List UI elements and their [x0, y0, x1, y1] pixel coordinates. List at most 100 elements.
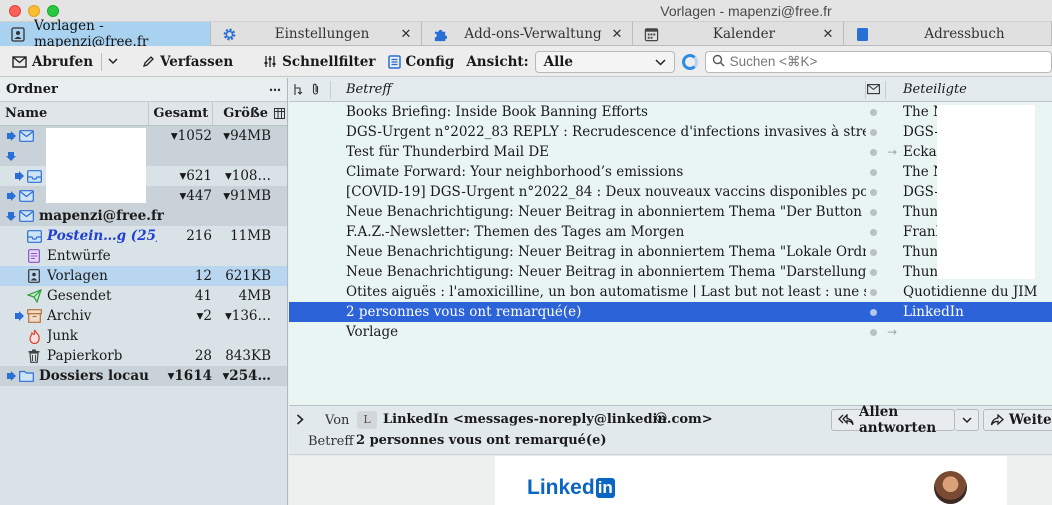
tab-adressbuch[interactable]: Adressbuch [844, 22, 1052, 46]
twisty-collapsed-icon[interactable] [12, 171, 26, 181]
folder-row-junk[interactable]: Junk [0, 326, 287, 346]
folder-name: Gesendet [47, 288, 112, 304]
twisty-collapsed-icon[interactable] [4, 191, 18, 201]
addressbook-icon [854, 26, 870, 42]
twisty-collapsed-icon[interactable] [4, 131, 18, 141]
twisty-collapsed-icon[interactable] [12, 311, 26, 321]
folder-row-inbox[interactable]: Postein…g (25) 216 11MB [0, 226, 287, 246]
read-status-dot-icon[interactable] [870, 209, 877, 216]
drafts-icon [26, 248, 42, 264]
redacted-area [46, 128, 146, 203]
folder-row-sent[interactable]: Gesendet 41 4MB [0, 286, 287, 306]
tab-addons[interactable]: Add-ons-Verwaltung ✕ [422, 22, 633, 46]
tab-vorlagen[interactable]: Vorlagen - mapenzi@free.fr [0, 18, 211, 50]
search-input[interactable]: Suchen <⌘K> [704, 50, 1052, 73]
read-status-dot-icon[interactable] [870, 309, 877, 316]
close-tab-icon[interactable]: ✕ [821, 27, 835, 42]
folder-row-archive[interactable]: Archiv ▾2 ▾136… [0, 306, 287, 326]
config-button[interactable]: Config [382, 50, 461, 74]
attachment-column-icon[interactable] [311, 83, 320, 100]
calendar-icon [643, 26, 659, 42]
reply-all-dropdown[interactable] [955, 409, 979, 431]
tab-label: Adressbuch [924, 26, 1005, 42]
get-messages-label: Abrufen [32, 53, 94, 70]
read-status-dot-icon[interactable] [870, 109, 877, 116]
message-subject: Otites aiguës : l'amoxicilline, un bon a… [346, 284, 866, 300]
read-status-dot-icon[interactable] [870, 249, 877, 256]
column-name[interactable]: Name [0, 102, 150, 125]
toolbar-separator [101, 52, 103, 71]
get-messages-dropdown[interactable] [104, 50, 122, 74]
config-label: Config [405, 53, 455, 70]
folder-row-trash[interactable]: Papierkorb 28 843KB [0, 346, 287, 366]
folder-total: ▾1614 [167, 368, 212, 384]
envelope-icon [12, 55, 27, 68]
read-status-dot-icon[interactable] [870, 269, 877, 276]
column-picker-icon[interactable] [271, 108, 287, 119]
template-icon [26, 268, 42, 284]
quick-filter-button[interactable]: Schnellfilter [257, 50, 381, 74]
sent-icon [26, 288, 42, 304]
folder-row-templates[interactable]: Vorlagen 12 621KB [0, 266, 287, 286]
message-row[interactable]: Otites aiguës : l'amoxicilline, un bon a… [289, 282, 1052, 302]
folder-total: 12 [194, 268, 212, 284]
expand-header-icon[interactable] [296, 414, 304, 429]
reply-all-button[interactable]: Allen antworten [831, 404, 957, 436]
activity-spinner-icon [681, 53, 698, 70]
view-select[interactable]: Alle [534, 50, 675, 73]
thread-column-icon[interactable] [293, 83, 305, 100]
inbox-icon [26, 168, 42, 184]
column-total[interactable]: Gesamt [149, 102, 214, 125]
view-label: Ansicht: [466, 53, 529, 70]
search-icon [712, 54, 725, 70]
forward-button[interactable]: Weiterle [983, 409, 1052, 431]
twisty-collapsed-icon[interactable] [4, 371, 18, 381]
read-status-dot-icon[interactable] [870, 329, 877, 336]
forward-label: Weiterle [1009, 412, 1052, 428]
tab-bar: Vorlagen - mapenzi@free.fr Einstellungen… [0, 18, 1052, 50]
twisty-expanded-icon[interactable] [4, 151, 18, 161]
get-messages-button[interactable]: Abrufen [0, 50, 99, 74]
read-status-column-icon[interactable] [867, 83, 880, 99]
redacted-area [937, 105, 1035, 279]
close-tab-icon[interactable]: ✕ [399, 27, 413, 42]
tab-label: Einstellungen [274, 26, 370, 42]
column-subject[interactable]: Betreff [346, 82, 392, 97]
profile-avatar[interactable] [934, 471, 967, 504]
read-status-dot-icon[interactable] [870, 229, 877, 236]
folder-total: ▾1052 [170, 128, 212, 144]
template-icon [10, 26, 26, 42]
quick-filter-label: Schnellfilter [282, 53, 376, 70]
read-status-dot-icon[interactable] [870, 169, 877, 176]
folder-row-drafts[interactable]: Entwürfe [0, 246, 287, 266]
folder-pane-header: Ordner ⋯ [0, 78, 287, 102]
folder-name: Archiv [47, 308, 92, 324]
column-correspondents[interactable]: Beteiligte [903, 82, 967, 97]
sender-avatar: L [357, 411, 377, 429]
message-list-columns: Betreff Beteiligte [289, 78, 1052, 102]
search-placeholder: Suchen <⌘K> [729, 53, 818, 69]
read-status-dot-icon[interactable] [870, 289, 877, 296]
folder-size: ▾94MB [223, 128, 271, 144]
read-status-dot-icon[interactable] [870, 189, 877, 196]
message-row[interactable]: 2 personnes vous ont remarqué(e) LinkedIn [289, 302, 1052, 322]
contact-status-icon[interactable]: ☹ [655, 411, 668, 425]
read-status-dot-icon[interactable] [870, 129, 877, 136]
column-size[interactable]: Größe [213, 102, 271, 125]
mail-account-icon [18, 188, 34, 204]
close-tab-icon[interactable]: ✕ [610, 27, 624, 42]
more-options-icon[interactable]: ⋯ [269, 83, 281, 97]
compose-button[interactable]: Verfassen [136, 50, 239, 74]
tab-kalender[interactable]: Kalender ✕ [633, 22, 844, 46]
folder-total: ▾447 [179, 188, 212, 204]
tab-einstellungen[interactable]: Einstellungen ✕ [211, 22, 422, 46]
message-subject: [COVID-19] DGS-Urgent n°2022_84 : Deux n… [346, 184, 866, 200]
trash-icon [26, 348, 42, 364]
account-row-local-folders[interactable]: Dossiers locaux ▾1614 ▾254… [0, 366, 287, 386]
message-row[interactable]: Vorlage → [289, 322, 1052, 342]
account-row-mapenzi[interactable]: mapenzi@free.fr [0, 206, 287, 226]
forwarded-arrow-icon: → [887, 145, 898, 159]
twisty-expanded-icon[interactable] [4, 211, 18, 221]
read-status-dot-icon[interactable] [870, 149, 877, 156]
folder-size: ▾108… [224, 168, 271, 184]
